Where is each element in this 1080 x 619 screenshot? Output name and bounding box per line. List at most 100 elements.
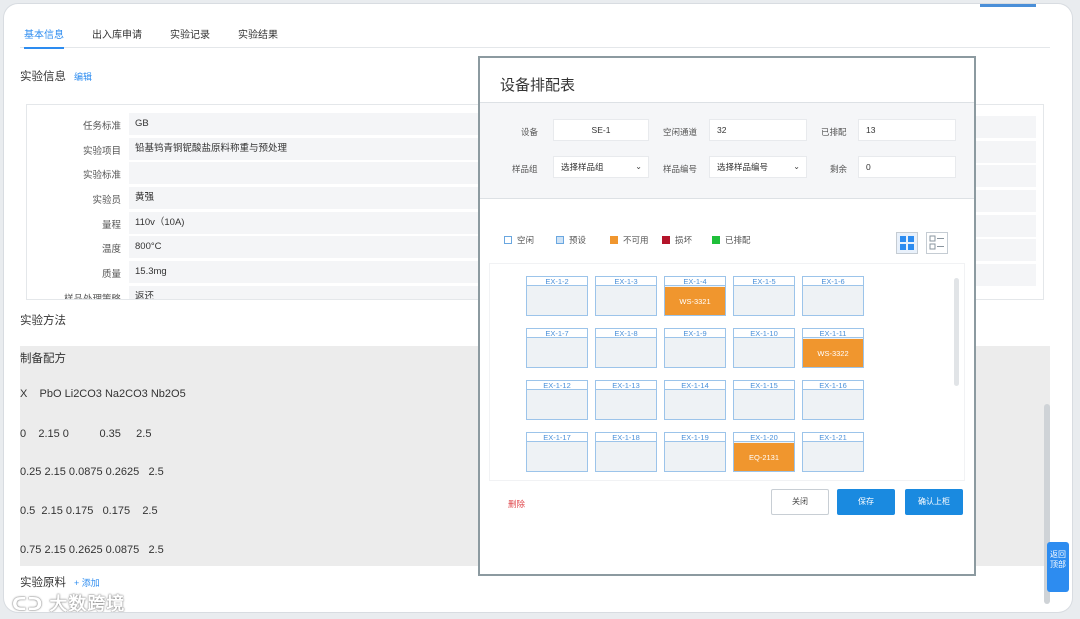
sample-group-select[interactable]: 选择样品组 ⌄ — [553, 156, 649, 178]
dialog-title: 设备排配表 — [500, 77, 576, 94]
slot-sample — [527, 391, 587, 419]
delete-link[interactable]: 删除 — [508, 498, 525, 510]
slot-id: EX-1-18 — [596, 433, 656, 442]
list-view-button[interactable] — [926, 232, 948, 254]
slot-cell[interactable]: EX-1-13 — [595, 380, 657, 420]
info-row-value: 返还 — [129, 286, 489, 299]
slot-cell[interactable]: EX-1-7 — [526, 328, 588, 368]
slot-sample: WS-3322 — [803, 339, 863, 367]
slot-sample — [803, 443, 863, 471]
grid-view-icon — [900, 236, 914, 250]
edit-link[interactable]: 编辑 — [74, 70, 92, 83]
slot-sample — [665, 339, 725, 367]
legend-item: 预设 — [556, 234, 586, 246]
slot-sample — [734, 339, 794, 367]
tab-experiment-result[interactable]: 实验结果 — [238, 26, 278, 41]
slot-cell[interactable]: EX-1-18 — [595, 432, 657, 472]
slot-id: EX-1-5 — [734, 277, 794, 286]
slot-cell[interactable]: EX-1-9 — [664, 328, 726, 368]
legend-item: 不可用 — [610, 234, 649, 246]
assigned-input[interactable]: 13 — [858, 119, 956, 141]
confirm-shelve-button[interactable]: 确认上柜 — [905, 489, 963, 515]
info-row-label: 任务标准 — [82, 121, 121, 132]
slot-cell[interactable]: EX-1-4 WS-3321 — [664, 276, 726, 316]
slot-cell[interactable]: EX-1-14 — [664, 380, 726, 420]
slot-sample — [803, 391, 863, 419]
slot-cell[interactable]: EX-1-20 EQ-2131 — [733, 432, 795, 472]
slot-cell[interactable]: EX-1-3 — [595, 276, 657, 316]
slot-cell[interactable]: EX-1-6 — [802, 276, 864, 316]
slot-cell[interactable]: EX-1-11 WS-3322 — [802, 328, 864, 368]
slot-cell[interactable]: EX-1-12 — [526, 380, 588, 420]
slot-sample — [665, 443, 725, 471]
info-row-value: 800°C — [129, 236, 489, 258]
list-view-icon — [929, 235, 944, 250]
info-row-value: 110v（10A) — [129, 212, 489, 234]
slot-sample — [527, 287, 587, 315]
slot-cell[interactable]: EX-1-19 — [664, 432, 726, 472]
device-assignment-dialog: 设备排配表 设备 SE-1 空闲通道 32 已排配 13 样品组 选择样品组 ⌄… — [478, 56, 976, 576]
info-row-label: 温度 — [101, 244, 121, 255]
close-button[interactable]: 关闭 — [771, 489, 829, 515]
slot-cell[interactable]: EX-1-8 — [595, 328, 657, 368]
recipe-line: 0 2.15 0 0.35 2.5 — [20, 428, 152, 440]
slot-sample — [596, 391, 656, 419]
slot-cell[interactable]: EX-1-15 — [733, 380, 795, 420]
device-label: 设备 — [521, 127, 539, 137]
legend-label: 已排配 — [725, 235, 751, 245]
slot-cell[interactable]: EX-1-17 — [526, 432, 588, 472]
slot-id: EX-1-3 — [596, 277, 656, 286]
method-title: 实验方法 — [20, 315, 66, 327]
grid-view-button[interactable] — [896, 232, 918, 254]
slot-cell[interactable]: EX-1-2 — [526, 276, 588, 316]
slot-id: EX-1-21 — [803, 433, 863, 442]
sample-code-select[interactable]: 选择样品编号 ⌄ — [709, 156, 807, 178]
legend-item: 已排配 — [712, 234, 751, 246]
legend-label: 不可用 — [623, 235, 649, 245]
legend-swatch — [504, 236, 512, 244]
recipe-line: X PbO Li2CO3 Na2CO3 Nb2O5 — [20, 388, 186, 400]
slot-cell[interactable]: EX-1-21 — [802, 432, 864, 472]
dialog-form: 设备 SE-1 空闲通道 32 已排配 13 样品组 选择样品组 ⌄ 样品编号 … — [480, 103, 974, 199]
info-row-value: 15.3mg — [129, 261, 489, 283]
experiment-info-title: 实验信息 — [20, 71, 66, 83]
slot-sample — [527, 339, 587, 367]
tab-experiment-record[interactable]: 实验记录 — [170, 26, 210, 41]
chevron-down-icon: ⌄ — [793, 162, 800, 171]
tab-basic-info[interactable]: 基本信息 — [24, 26, 64, 49]
sample-group-label: 样品组 — [512, 164, 538, 174]
sample-group-value: 选择样品组 — [561, 162, 604, 172]
add-material-link[interactable]: + 添加 — [74, 576, 100, 589]
slot-cell[interactable]: EX-1-5 — [733, 276, 795, 316]
slot-sample — [803, 287, 863, 315]
slot-id: EX-1-11 — [803, 329, 863, 338]
tab-stock-request[interactable]: 出入库申请 — [92, 26, 142, 41]
slot-cell[interactable]: EX-1-10 — [733, 328, 795, 368]
slot-cell[interactable]: EX-1-16 — [802, 380, 864, 420]
sample-code-value: 选择样品编号 — [717, 162, 769, 172]
save-button[interactable]: 保存 — [837, 489, 895, 515]
recipe-title: 制备配方 — [20, 353, 66, 365]
info-row-overflow — [974, 190, 1036, 212]
back-to-top-label: 返回顶部 — [1050, 550, 1066, 569]
slot-sample — [596, 339, 656, 367]
slot-id: EX-1-10 — [734, 329, 794, 338]
slot-sample: WS-3321 — [665, 287, 725, 315]
slot-id: EX-1-13 — [596, 381, 656, 390]
device-input[interactable]: SE-1 — [553, 119, 649, 141]
watermark-logo: ᑕᑐ 大数跨境 — [12, 594, 126, 612]
chevron-down-icon: ⌄ — [635, 162, 642, 171]
info-row-overflow — [974, 239, 1036, 261]
recipe-line: 0.25 2.15 0.0875 0.2625 2.5 — [20, 466, 164, 478]
slot-grid-scrollbar[interactable] — [954, 278, 959, 386]
free-channel-input[interactable]: 32 — [709, 119, 807, 141]
info-row-label: 实验员 — [92, 195, 121, 206]
info-row-label: 量程 — [101, 220, 121, 231]
remaining-input[interactable]: 0 — [858, 156, 956, 178]
slot-id: EX-1-8 — [596, 329, 656, 338]
recipe-line: 0.75 2.15 0.2625 0.0875 2.5 — [20, 544, 164, 556]
info-row-overflow — [974, 116, 1036, 138]
back-to-top-button[interactable]: 返回顶部 — [1047, 542, 1069, 592]
remaining-label: 剩余 — [830, 164, 848, 174]
info-row-value: GB — [129, 113, 489, 135]
